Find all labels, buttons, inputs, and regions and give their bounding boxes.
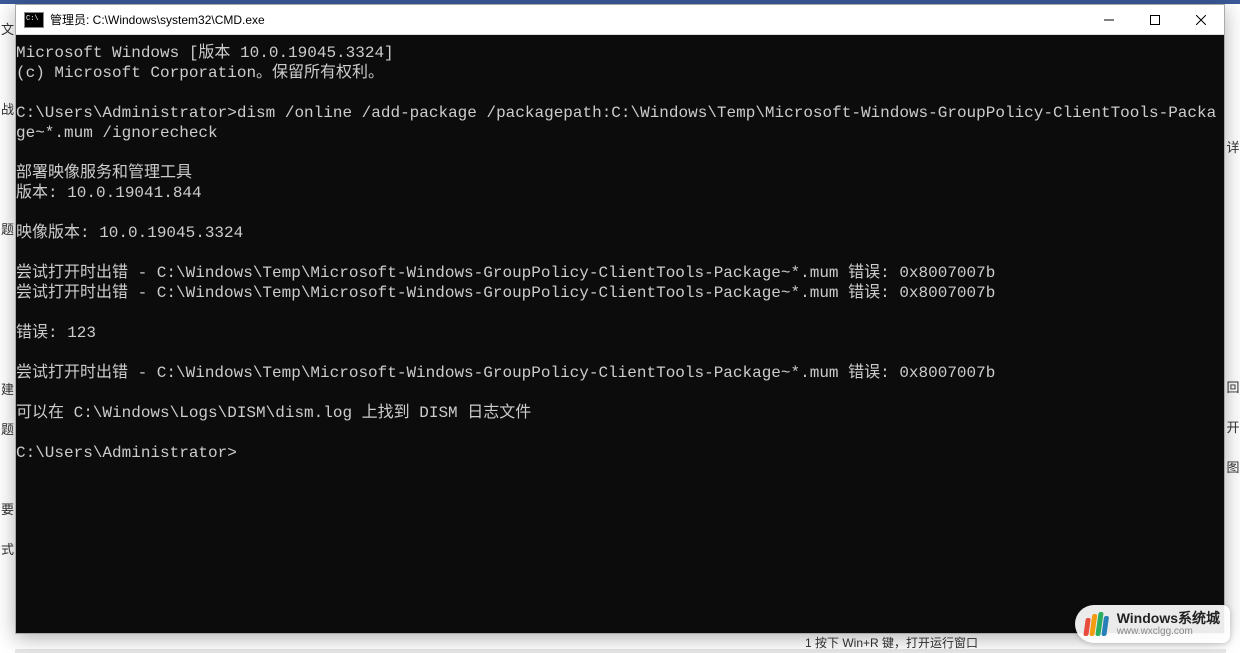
bg-char: 图 <box>1226 448 1240 488</box>
titlebar[interactable]: 管理员: C:\Windows\system32\CMD.exe <box>16 5 1224 35</box>
bg-char <box>1226 168 1240 208</box>
close-icon <box>1196 15 1206 25</box>
bg-char <box>1226 528 1240 568</box>
cmd-icon <box>24 12 44 28</box>
bg-char: 文 <box>0 10 15 50</box>
bg-char <box>0 130 15 170</box>
bg-char <box>1226 328 1240 368</box>
bg-char <box>1226 488 1240 528</box>
bg-char <box>0 250 15 290</box>
bg-char <box>0 330 15 370</box>
maximize-icon <box>1150 15 1160 25</box>
maximize-button[interactable] <box>1132 5 1178 35</box>
bg-char: 回 <box>1226 368 1240 408</box>
watermark-url: www.wxclgg.com <box>1117 626 1220 637</box>
bg-char <box>1226 88 1240 128</box>
watermark-title: Windows系统城 <box>1117 611 1220 626</box>
window-controls <box>1086 5 1224 34</box>
bg-char: 建 <box>0 370 15 410</box>
watermark-text: Windows系统城 www.wxclgg.com <box>1117 611 1220 637</box>
bg-char: 题 <box>0 410 15 450</box>
background-bottom-text: 1 按下 Win+R 键，打开运行窗口 <box>805 636 978 649</box>
bg-char: 详 <box>1226 128 1240 168</box>
close-button[interactable] <box>1178 5 1224 35</box>
bg-char <box>1226 248 1240 288</box>
cmd-window: 管理员: C:\Windows\system32\CMD.exe Microso… <box>15 4 1225 634</box>
watermark: Windows系统城 www.wxclgg.com <box>1075 605 1230 643</box>
window-title: 管理员: C:\Windows\system32\CMD.exe <box>50 11 1086 28</box>
bg-char: 题 <box>0 210 15 250</box>
bg-char <box>1226 208 1240 248</box>
bg-char: 开 <box>1226 408 1240 448</box>
bg-char <box>1226 288 1240 328</box>
bg-char: 战 <box>0 90 15 130</box>
bg-char: 要 <box>0 490 15 530</box>
minimize-button[interactable] <box>1086 5 1132 35</box>
watermark-logo-icon <box>1079 609 1113 639</box>
bg-char <box>1226 568 1240 608</box>
bg-char: 式 <box>0 530 15 570</box>
minimize-icon <box>1104 15 1114 25</box>
bg-char <box>0 170 15 210</box>
background-right-strip: 详回开图 <box>1226 8 1240 653</box>
bg-char <box>0 50 15 90</box>
terminal-output[interactable]: Microsoft Windows [版本 10.0.19045.3324] (… <box>16 35 1224 633</box>
bg-char <box>0 290 15 330</box>
bg-char <box>0 450 15 490</box>
background-left-strip: 文战题建题要式 <box>0 8 15 653</box>
